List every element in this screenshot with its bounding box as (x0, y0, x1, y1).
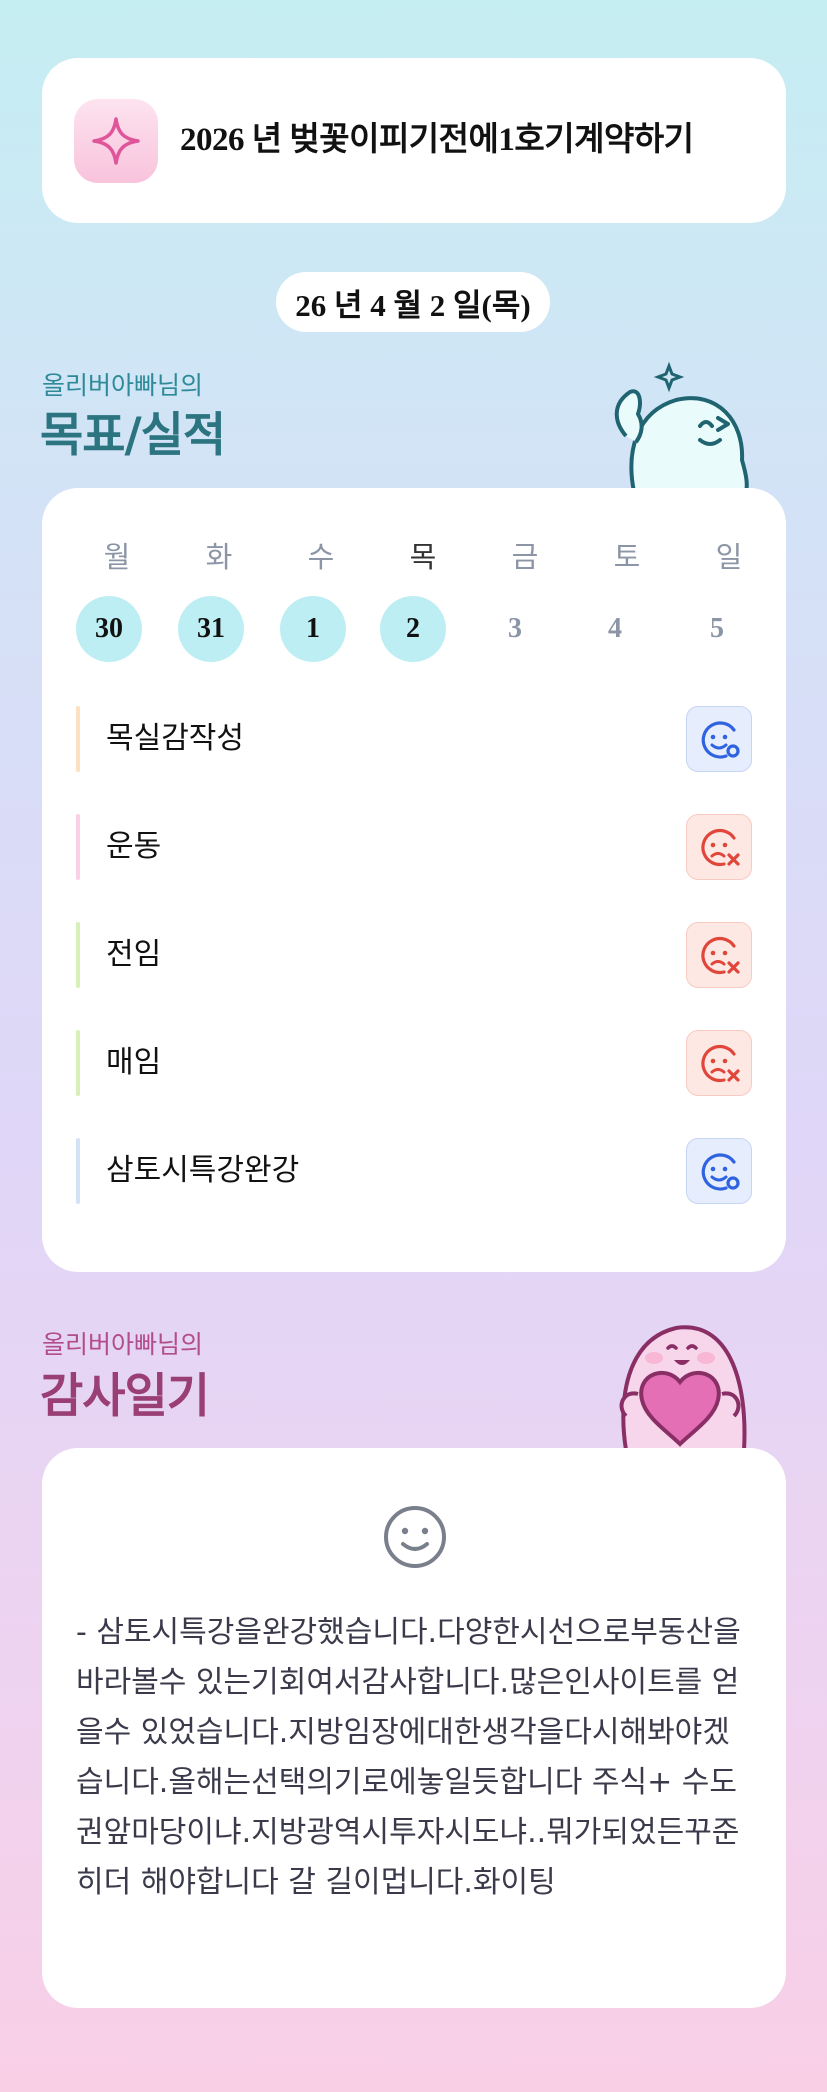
task-color-bar (76, 706, 80, 772)
task-label: 삼토시특강완강 (106, 1153, 300, 1188)
weekday-label: 수 (307, 540, 335, 574)
calendar-day[interactable]: 1 (280, 596, 346, 662)
smile-success-icon (701, 1153, 740, 1191)
task-row[interactable]: 삼토시특강완강 (76, 1138, 752, 1204)
task-label: 목실감작성 (106, 721, 244, 756)
diary-text: - 삼토시특강을완강했습니다.다양한시선으로부동산을 바라볼수 있는기회여서감사… (76, 1615, 741, 1900)
weekday-label: 토 (613, 540, 641, 574)
task-row[interactable]: 목실감작성 (76, 706, 752, 772)
task-color-bar (76, 814, 80, 880)
smile-face-icon (384, 1506, 446, 1568)
goals-section-title: 목표/실적 (40, 408, 226, 463)
task-status-success[interactable] (686, 1138, 752, 1204)
calendar-day[interactable]: 4 (582, 596, 648, 662)
task-status-fail[interactable] (686, 1030, 752, 1096)
goal-text: 2026 년 벚꽃이피기전에1호기계약하기 (180, 122, 694, 158)
task-label: 전임 (106, 937, 162, 972)
weekday-label: 화 (205, 540, 233, 574)
sad-fail-icon (701, 1044, 740, 1083)
goals-card: 월 화 수 목 금 토 일 30 31 1 2 3 4 5 목실감작성 운동 전… (42, 488, 786, 1272)
task-label: 매임 (106, 1045, 162, 1080)
task-color-bar (76, 1030, 80, 1096)
mascot-pink-heart-illustration (619, 1325, 747, 1450)
mascot-blue-illustration (614, 362, 749, 492)
calendar-day[interactable]: 5 (684, 596, 750, 662)
smile-success-icon (701, 721, 740, 759)
calendar-day[interactable]: 3 (482, 596, 548, 662)
weekday-label: 금 (511, 540, 539, 574)
diary-section-title: 감사일기 (40, 1369, 210, 1424)
weekday-label: 월 (103, 540, 131, 574)
task-status-fail[interactable] (686, 814, 752, 880)
sparkle-icon (74, 99, 158, 183)
task-row[interactable]: 전임 (76, 922, 752, 988)
task-row[interactable]: 운동 (76, 814, 752, 880)
sad-fail-icon (701, 936, 740, 975)
task-color-bar (76, 922, 80, 988)
diary-section-subtitle: 올리버아빠님의 (42, 1330, 204, 1359)
weekday-label: 목 (409, 540, 437, 574)
task-row[interactable]: 매임 (76, 1030, 752, 1096)
calendar-day[interactable]: 30 (76, 596, 142, 662)
calendar-day[interactable]: 31 (178, 596, 244, 662)
calendar-day-selected[interactable]: 2 (380, 596, 446, 662)
sad-fail-icon (701, 828, 740, 867)
task-status-fail[interactable] (686, 922, 752, 988)
task-status-success[interactable] (686, 706, 752, 772)
task-label: 운동 (106, 829, 162, 864)
diary-card: - 삼토시특강을완강했습니다.다양한시선으로부동산을 바라볼수 있는기회여서감사… (42, 1448, 786, 2008)
goal-card[interactable]: 2026 년 벚꽃이피기전에1호기계약하기 (42, 58, 786, 223)
date-pill[interactable]: 26 년 4 월 2 일(목) (276, 272, 550, 332)
weekday-label: 일 (715, 540, 743, 574)
task-color-bar (76, 1138, 80, 1204)
